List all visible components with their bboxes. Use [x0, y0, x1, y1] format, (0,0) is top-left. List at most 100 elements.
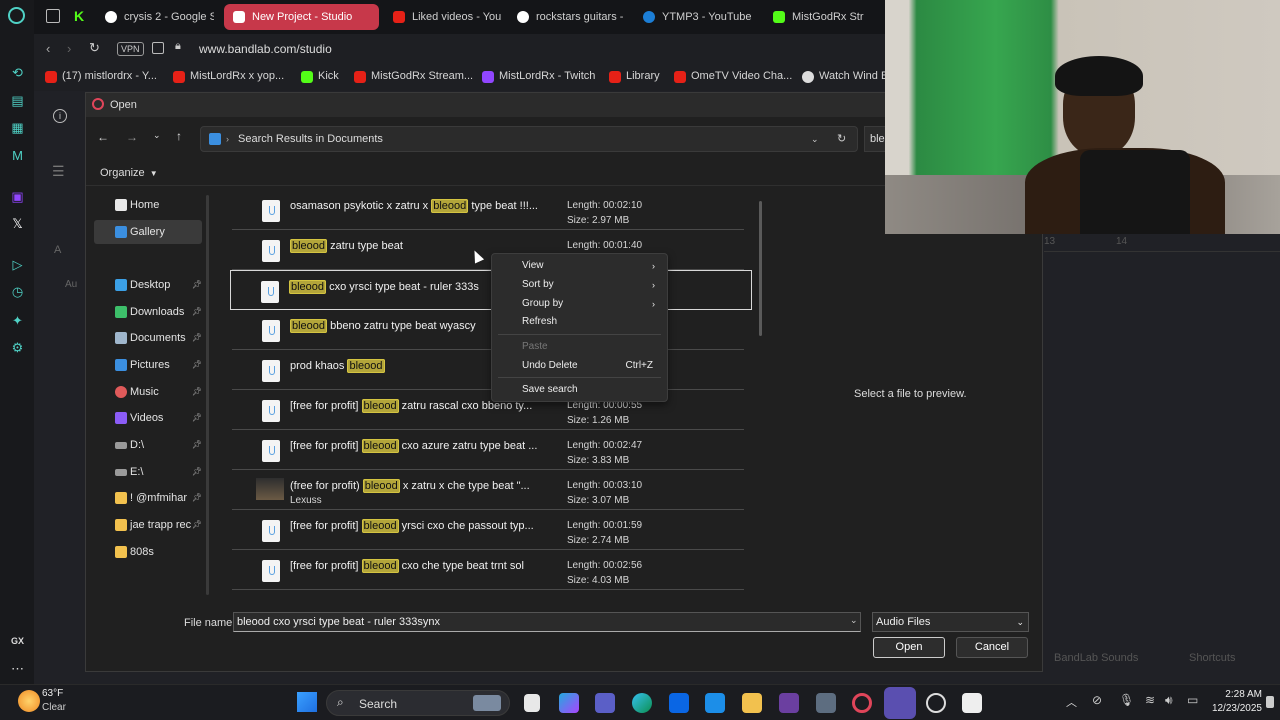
filetype-select[interactable]: Audio Files ⌄ [872, 612, 1029, 632]
bandlab-app-icon[interactable] [926, 693, 946, 713]
volume-icon[interactable]: 🔊︎ [1165, 693, 1173, 708]
discord-icon[interactable] [884, 687, 916, 719]
nav-item-drive-e[interactable]: E:\ 📌︎ [94, 460, 202, 484]
teams-icon[interactable] [595, 693, 615, 713]
opera-logo-icon[interactable] [8, 7, 25, 24]
tab-menu-icon[interactable] [46, 9, 60, 23]
windows-start-icon[interactable] [297, 692, 317, 712]
ctx-save-search[interactable]: Save search [492, 381, 667, 399]
open-button[interactable]: Open [873, 637, 945, 658]
microphone-icon[interactable]: 🎙︎ [1119, 693, 1134, 707]
add-track-label[interactable]: A [54, 244, 61, 256]
workspaces-icon[interactable]: ▦ [9, 119, 26, 136]
reload-icon[interactable]: ↻ [89, 40, 100, 56]
forward-icon[interactable]: › [67, 41, 71, 56]
nav-item-documents[interactable]: Documents 📌︎ [94, 326, 202, 350]
shortcuts-link[interactable]: Shortcuts [1189, 652, 1235, 664]
nav-item-808s[interactable]: 808s [94, 540, 202, 564]
filename-input[interactable]: bleood cxo yrsci type beat - ruler 333sy… [233, 612, 861, 632]
more-icon[interactable]: ⋯ [9, 660, 26, 677]
camera-icon[interactable] [816, 693, 836, 713]
ctx-view[interactable]: View › [492, 257, 667, 275]
ctx-undo-delete[interactable]: Undo Delete Ctrl+Z [492, 357, 667, 375]
clipchamp-icon[interactable] [779, 693, 799, 713]
weather-temperature[interactable]: 63°F [42, 688, 63, 699]
bandlab-sounds-link[interactable]: BandLab Sounds [1054, 652, 1138, 664]
tab-mistgodrx[interactable]: MistGodRx Str [764, 4, 885, 30]
filename-dropdown-icon[interactable]: ⌄ [850, 615, 858, 626]
nav-item-jae-trapp[interactable]: jae trapp rec 📌︎ [94, 513, 202, 537]
bookmark-mistgodrx-stream[interactable]: MistGodRx Stream... [354, 70, 473, 83]
back-arrow-icon[interactable]: ← [97, 130, 109, 144]
path-box[interactable]: › Search Results in Documents › ⌄ ↻ [200, 126, 858, 152]
back-icon[interactable]: ‹ [46, 41, 50, 56]
notification-icon[interactable] [1266, 696, 1274, 708]
menu-icon[interactable]: ☰ [52, 163, 65, 180]
opera-gx-icon[interactable] [852, 693, 872, 713]
extensions-icon[interactable]: ✦ [9, 312, 26, 329]
file-explorer-icon[interactable] [742, 693, 762, 713]
nav-item-drive-d[interactable]: D:\ 📌︎ [94, 433, 202, 457]
file-row[interactable]: (free for profit) bleood x zatru x che t… [232, 470, 744, 510]
nav-item-videos[interactable]: Videos 📌︎ [94, 406, 202, 430]
nav-item-downloads[interactable]: Downloads 📌︎ [94, 300, 202, 324]
copilot-icon[interactable] [559, 693, 579, 713]
cancel-button[interactable]: Cancel [956, 637, 1028, 658]
bookmark-ometv[interactable]: OmeTV Video Cha... [674, 70, 792, 83]
twitch-icon[interactable]: ▣ [9, 188, 26, 205]
url-field[interactable]: www.bandlab.com/studio [199, 42, 332, 56]
nav-item-home[interactable]: Home [94, 193, 202, 217]
gx-icon[interactable]: GX [9, 633, 26, 650]
taskbar-search-box[interactable]: ⌕ Search [326, 690, 510, 716]
info-icon[interactable]: i [53, 109, 67, 123]
battery-icon[interactable]: ▭ [1187, 693, 1198, 707]
file-list-scrollbar[interactable] [759, 201, 762, 336]
file-row[interactable]: osamason psykotic x zatru x bleood type … [232, 190, 744, 230]
bookmark-library[interactable]: Library [609, 70, 660, 83]
nav-scrollbar[interactable] [206, 195, 209, 595]
forward-arrow-icon[interactable]: → [126, 130, 138, 144]
x-social-icon[interactable]: 𝕏 [9, 215, 26, 232]
bookmark-kick[interactable]: Kick [301, 70, 339, 83]
aria-icon[interactable]: ▤ [9, 92, 26, 109]
nav-item-pictures[interactable]: Pictures 📌︎ [94, 353, 202, 377]
capcut-icon[interactable] [962, 693, 982, 713]
nav-item-mfmihar[interactable]: ! @mfmihar 📌︎ [94, 486, 202, 510]
weather-icon[interactable] [18, 690, 40, 712]
ctx-sort-by[interactable]: Sort by › [492, 276, 667, 294]
tab-bandlab-studio[interactable]: New Project - Studio [224, 4, 379, 30]
show-hidden-icons[interactable]: ︿ [1066, 694, 1077, 710]
breadcrumb[interactable]: Search Results in Documents [238, 127, 383, 151]
edge-icon[interactable] [632, 693, 652, 713]
wifi-icon[interactable]: ≋ [1145, 693, 1155, 707]
path-dropdown-icon[interactable]: ⌄ [811, 127, 819, 151]
recent-chevron-icon[interactable]: ⌄ [153, 130, 161, 141]
tab-crysis[interactable]: crysis 2 - Google S [96, 4, 214, 30]
weather-condition[interactable]: Clear [42, 702, 66, 713]
file-row[interactable]: [free for profit] bleood cxo azure zatru… [232, 430, 744, 470]
nav-item-music[interactable]: Music 📌︎ [94, 380, 202, 404]
tab-rockstars-guitars[interactable]: rockstars guitars - [508, 4, 626, 30]
refresh-icon[interactable]: ↻ [837, 127, 846, 151]
ctx-refresh[interactable]: Refresh [492, 313, 667, 331]
nav-item-gallery[interactable]: Gallery [94, 220, 202, 244]
nav-item-desktop[interactable]: Desktop 📌︎ [94, 273, 202, 297]
file-row[interactable]: [free for profit] bleood cxo che type be… [232, 550, 744, 590]
bookmark-mistlordrx-youtube[interactable]: (17) mistlordrx - Y... [45, 70, 157, 83]
history-icon[interactable]: ◷ [9, 283, 26, 300]
settings-icon[interactable]: ⚙ [9, 339, 26, 356]
kick-tab-icon[interactable]: K [74, 8, 86, 24]
bookmark-mistlordrx-yop[interactable]: MistLordRx x yop... [173, 70, 284, 83]
tab-liked-videos[interactable]: Liked videos - You [384, 4, 502, 30]
tab-ytmp3[interactable]: YTMP3 - YouTube [634, 4, 764, 30]
up-arrow-icon[interactable]: ↑ [176, 129, 182, 143]
vpn-badge[interactable]: VPN [117, 42, 144, 56]
bookmark-watch-wind[interactable]: Watch Wind B [802, 70, 888, 83]
clock-time[interactable]: 2:28 AM [1212, 689, 1262, 700]
bookmark-twitch[interactable]: MistLordRx - Twitch [482, 70, 595, 83]
file-row[interactable]: [free for profit] bleood yrsci cxo che p… [232, 510, 744, 550]
organize-menu[interactable]: Organize ▼ [100, 167, 158, 179]
task-view-icon[interactable] [524, 694, 540, 712]
flow-icon[interactable]: ⟲ [9, 64, 26, 81]
clock-date[interactable]: 12/23/2025 [1206, 703, 1262, 714]
